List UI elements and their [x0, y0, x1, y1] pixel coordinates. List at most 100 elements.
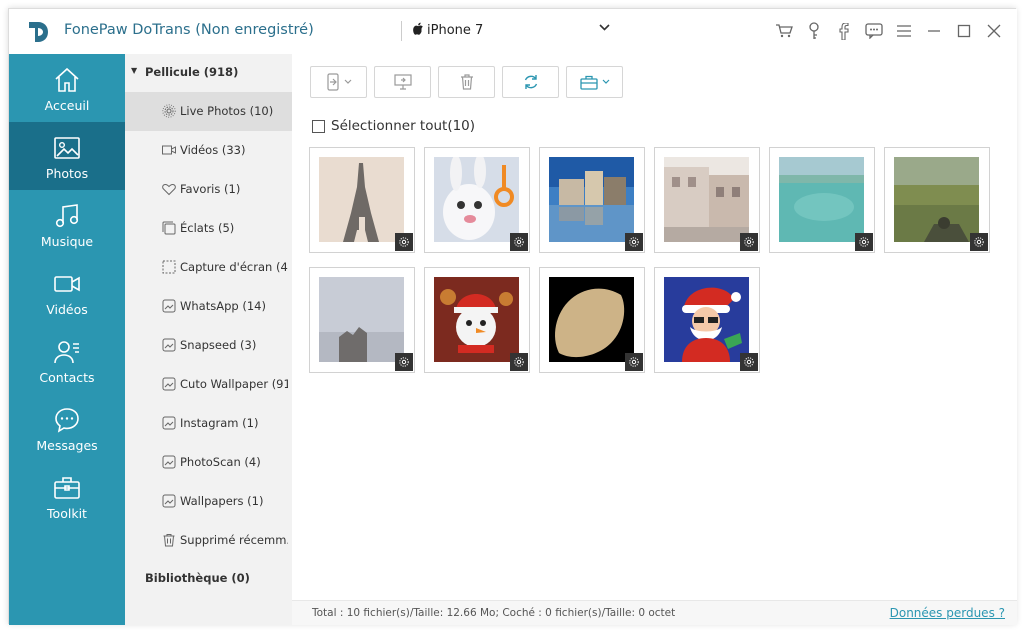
menu-icon[interactable]: [895, 21, 913, 41]
sub-item-eclats[interactable]: Éclats (5): [125, 209, 292, 248]
live-photo-badge-icon: [740, 353, 758, 371]
chat-icon[interactable]: [865, 21, 883, 41]
nav-item-acceuil[interactable]: Acceuil: [9, 54, 125, 122]
facebook-icon[interactable]: [835, 21, 853, 41]
close-icon[interactable]: [985, 21, 1003, 41]
photo-thumbnail[interactable]: [309, 267, 415, 373]
status-bar: Total : 10 fichier(s)/Taille: 12.66 Mo; …: [292, 600, 1017, 625]
expand-triangle-icon[interactable]: ▼: [131, 66, 137, 75]
photo-thumbnail[interactable]: [309, 147, 415, 253]
pellicule-header[interactable]: ▼ Pellicule (918): [125, 54, 292, 92]
messages-icon: [55, 408, 79, 433]
cart-icon[interactable]: [775, 21, 793, 41]
nav-label: Acceuil: [44, 98, 90, 113]
sub-item-capture-ecran[interactable]: Capture d'écran (4...: [125, 248, 292, 287]
minimize-icon[interactable]: [925, 21, 943, 41]
nav-item-videos[interactable]: Vidéos: [9, 258, 125, 326]
bibliotheque-label: Bibliothèque (0): [145, 571, 250, 585]
sub-item-favoris[interactable]: Favoris (1): [125, 170, 292, 209]
live-photo-badge-icon: [510, 353, 528, 371]
live-photo-badge-icon: [625, 233, 643, 251]
sub-item-whatsapp[interactable]: WhatsApp (14): [125, 287, 292, 326]
contacts-icon: [54, 341, 79, 364]
sub-item-wallpapers[interactable]: Wallpapers (1): [125, 482, 292, 521]
refresh-icon: [524, 75, 537, 89]
live-photo-badge-icon: [395, 233, 413, 251]
live-photo-icon: [162, 104, 176, 118]
beach-sea-photo: [779, 157, 864, 242]
toolkit-icon: [54, 477, 80, 499]
sub-item-snapseed[interactable]: Snapseed (3): [125, 326, 292, 365]
toolbox-icon: [579, 75, 598, 90]
white-rabbit-photo: [434, 157, 519, 242]
nav-item-photos[interactable]: Photos: [9, 122, 125, 190]
select-all[interactable]: Sélectionner tout(10): [312, 118, 475, 134]
nav-item-musique[interactable]: Musique: [9, 190, 125, 258]
window-controls: [775, 21, 1003, 41]
photo-thumbnail[interactable]: [424, 267, 530, 373]
photo-thumbnail[interactable]: [539, 147, 645, 253]
select-all-label: Sélectionner tout(10): [331, 118, 476, 134]
live-photo-badge-icon: [625, 353, 643, 371]
canal-houses-photo: [549, 157, 634, 242]
video-icon: [54, 276, 80, 292]
burst-icon: [162, 221, 176, 235]
sub-item-label: Cuto Wallpaper (91): [180, 377, 288, 391]
photo-thumbnail[interactable]: [654, 267, 760, 373]
status-text: Total : 10 fichier(s)/Taille: 12.66 Mo; …: [312, 607, 676, 619]
sub-item-label: Éclats (5): [180, 221, 235, 235]
eiffel-tower-photo: [319, 157, 404, 242]
live-photo-badge-icon: [970, 233, 988, 251]
maximize-icon[interactable]: [955, 21, 973, 41]
sub-item-label: Supprimé récemm...: [180, 533, 288, 547]
nav-label: Photos: [45, 166, 89, 181]
sub-item-live-photos[interactable]: Live Photos (10): [125, 92, 292, 131]
photo-thumbnail[interactable]: [884, 147, 990, 253]
phone-export-icon: [326, 73, 339, 91]
sub-item-instagram[interactable]: Instagram (1): [125, 404, 292, 443]
select-all-checkbox[interactable]: [312, 119, 325, 133]
device-selector[interactable]: iPhone 7: [401, 18, 615, 44]
bibliotheque-header[interactable]: Bibliothèque (0): [125, 560, 292, 598]
photo-categories: ▼ Pellicule (918) Live Photos (10) Vidéo…: [125, 54, 292, 625]
sub-item-label: Wallpapers (1): [180, 494, 264, 508]
app-title: FonePaw DoTrans (Non enregistré): [64, 22, 314, 38]
album-icon: [162, 338, 176, 352]
export-to-pc-button[interactable]: [374, 66, 431, 98]
sub-item-label: Vidéos (33): [180, 143, 246, 157]
photo-thumbnail[interactable]: [769, 147, 875, 253]
nav-label: Vidéos: [46, 302, 88, 317]
screenshot-icon: [162, 260, 176, 274]
photo-thumbnail[interactable]: [539, 267, 645, 373]
lost-data-link[interactable]: Données perdues ?: [890, 606, 1005, 620]
sub-item-label: Live Photos (10): [180, 104, 274, 118]
sub-item-cuto-wallpaper[interactable]: Cuto Wallpaper (91): [125, 365, 292, 404]
nav-item-toolkit[interactable]: Toolkit: [9, 462, 125, 530]
album-icon: [162, 494, 176, 508]
chevron-down-icon[interactable]: [599, 21, 610, 35]
sub-item-videos[interactable]: Vidéos (33): [125, 131, 292, 170]
sub-item-photoscan[interactable]: PhotoScan (4): [125, 443, 292, 482]
export-to-device-button[interactable]: [310, 66, 367, 98]
photo-thumbnail[interactable]: [424, 147, 530, 253]
album-icon: [162, 455, 176, 469]
title-bar: FonePaw DoTrans (Non enregistré) iPhone …: [9, 9, 1017, 54]
chevron-down-icon: [344, 79, 351, 84]
divider: [401, 21, 402, 41]
sub-item-label: Favoris (1): [180, 182, 241, 196]
album-icon: [162, 299, 176, 313]
live-photo-badge-icon: [510, 233, 528, 251]
delete-button[interactable]: [438, 66, 495, 98]
sub-item-label: Instagram (1): [180, 416, 259, 430]
main-nav: Acceuil Photos Musique Vidéos Contacts M…: [9, 54, 125, 625]
toolbox-button[interactable]: [566, 66, 623, 98]
nav-item-contacts[interactable]: Contacts: [9, 326, 125, 394]
refresh-button[interactable]: [502, 66, 559, 98]
nav-label: Toolkit: [47, 506, 87, 521]
key-icon[interactable]: [805, 21, 823, 41]
live-photo-badge-icon: [855, 233, 873, 251]
app-logo-icon: [29, 22, 48, 42]
nav-item-messages[interactable]: Messages: [9, 394, 125, 462]
photo-thumbnail[interactable]: [654, 147, 760, 253]
sub-item-supprime-recemment[interactable]: Supprimé récemm...: [125, 521, 292, 560]
